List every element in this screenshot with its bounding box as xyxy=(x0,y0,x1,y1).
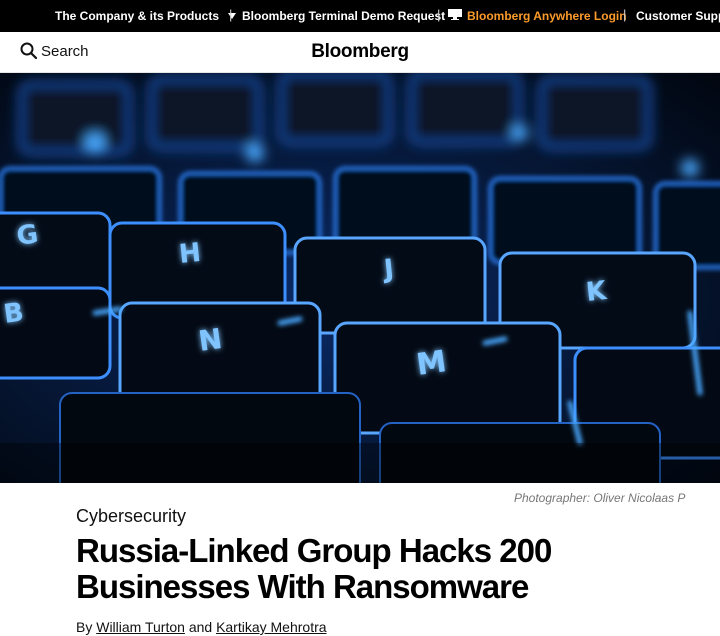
company-products-menu[interactable]: The Company & its Products xyxy=(55,9,237,23)
section-link[interactable]: Cybersecurity xyxy=(76,506,186,527)
key-label: G xyxy=(15,219,40,252)
terminal-icon xyxy=(448,9,462,20)
byline: By William Turton and Kartikay Mehrotra xyxy=(76,619,327,635)
article-headline: Russia-Linked Group Hacks 200 Businesses… xyxy=(76,533,696,605)
customer-support-link[interactable]: Customer Support xyxy=(636,9,720,23)
keyboard-photo: G H J K B N M xyxy=(0,73,720,483)
hero-image: G H J K B N M xyxy=(0,73,720,483)
site-header: Search Bloomberg xyxy=(0,32,720,73)
headline-line-2: Businesses With Ransomware xyxy=(76,568,529,605)
top-nav-bar: The Company & its Products | Bloomberg T… xyxy=(0,0,720,32)
separator: | xyxy=(229,7,233,22)
headline-line-1: Russia-Linked Group Hacks 200 xyxy=(76,532,552,569)
bloomberg-logo[interactable]: Bloomberg xyxy=(0,41,720,63)
company-products-label: The Company & its Products xyxy=(55,9,220,23)
photo-caption: Photographer: Oliver Nicolaas P xyxy=(514,491,686,505)
terminal-demo-link[interactable]: Bloomberg Terminal Demo Request xyxy=(242,9,445,23)
key-label: H xyxy=(178,238,203,270)
separator: | xyxy=(437,7,441,22)
key-label: N xyxy=(196,322,224,358)
separator: | xyxy=(623,7,627,22)
key-label: K xyxy=(585,276,609,308)
key-label: B xyxy=(2,297,26,329)
byline-prefix: By xyxy=(76,619,93,635)
byline-and: and xyxy=(188,619,213,635)
author-link[interactable]: Kartikay Mehrotra xyxy=(216,619,326,635)
key-label: M xyxy=(414,344,448,383)
anywhere-login-link[interactable]: Bloomberg Anywhere Login xyxy=(467,9,627,23)
author-link[interactable]: William Turton xyxy=(96,619,185,635)
